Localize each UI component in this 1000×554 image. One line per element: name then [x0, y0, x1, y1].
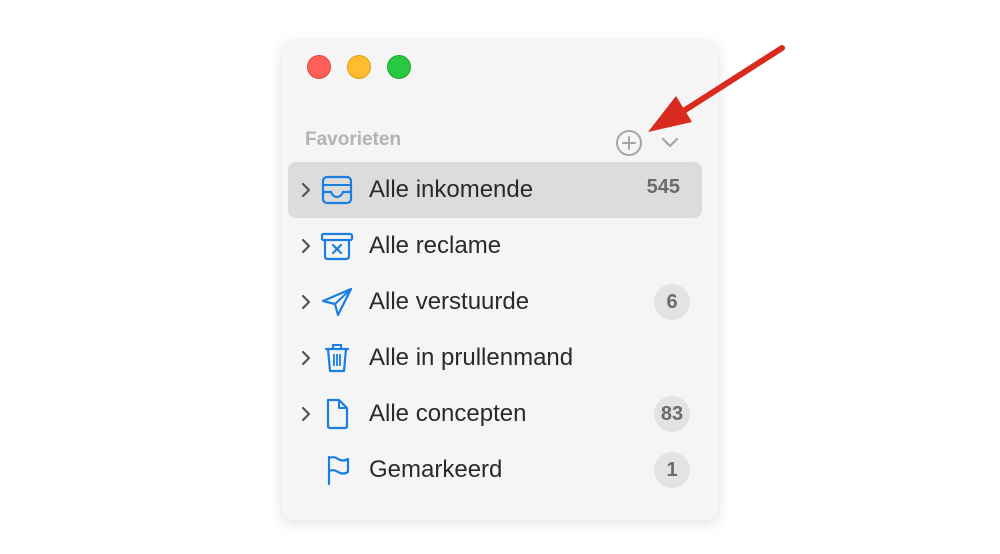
junk-box-icon: [320, 232, 354, 261]
close-window-button[interactable]: [307, 55, 331, 79]
sidebar-item-flagged[interactable]: Gemarkeerd 1: [288, 442, 702, 498]
disclosure-chevron-icon[interactable]: [298, 405, 314, 423]
sidebar-item-all-drafts[interactable]: Alle concepten 83: [288, 386, 702, 442]
inbox-tray-icon: [321, 175, 353, 205]
count-badge: 1: [654, 452, 690, 488]
sidebar-item-label: Alle reclame: [369, 232, 502, 259]
sidebar-item-label: Alle verstuurde: [369, 288, 530, 315]
sidebar-item-label: Alle concepten: [369, 400, 527, 427]
disclosure-chevron-icon[interactable]: [298, 349, 314, 367]
unread-count: 545: [646, 176, 680, 198]
red-arrow-icon: [648, 45, 785, 132]
sidebar-item-label: Alle inkomende: [369, 176, 534, 203]
sidebar-item-all-sent[interactable]: Alle verstuurde 6: [288, 274, 702, 330]
sidebar-item-all-inboxes[interactable]: Alle inkomende 545: [288, 162, 702, 218]
minimize-window-button[interactable]: [347, 55, 371, 79]
flag-icon: [327, 455, 350, 486]
disclosure-chevron-icon[interactable]: [298, 237, 314, 255]
disclosure-chevron-icon[interactable]: [298, 293, 314, 311]
zoom-window-button[interactable]: [387, 55, 411, 79]
disclosure-chevron-icon[interactable]: [298, 181, 314, 199]
sidebar-item-all-junk[interactable]: Alle reclame: [288, 218, 702, 274]
mailbox-list: Alle inkomende 545 Alle reclame Alle ver…: [288, 162, 702, 498]
section-title: Favorieten: [305, 129, 402, 150]
document-icon: [326, 398, 349, 430]
sidebar-item-label: Alle in prullenmand: [369, 344, 574, 371]
paper-plane-icon: [321, 287, 353, 317]
sidebar-item-label: Gemarkeerd: [369, 456, 503, 483]
count-badge: 83: [654, 396, 690, 432]
window-controls: [307, 55, 411, 79]
count-badge: 6: [654, 284, 690, 320]
sidebar-item-all-trash[interactable]: Alle in prullenmand: [288, 330, 702, 386]
trash-icon: [324, 344, 350, 373]
